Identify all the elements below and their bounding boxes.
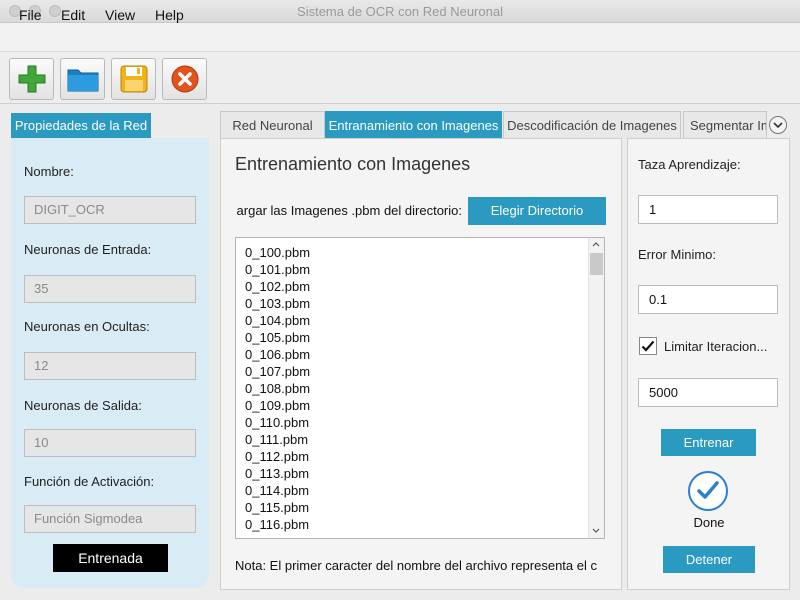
file-list[interactable]: 0_100.pbm 0_101.pbm 0_102.pbm 0_103.pbm … [235,237,605,539]
list-item[interactable]: 0_106.pbm [245,347,310,362]
min-error-label: Error Minimo: [638,247,717,262]
file-list-scrollbar[interactable] [588,238,604,538]
tab-descodificacion[interactable]: Descodificación de Imagenes [503,111,681,138]
checkmark-icon [641,340,655,352]
list-item[interactable]: 0_110.pbm [245,415,309,430]
add-icon [18,65,45,93]
list-item[interactable]: 0_113.pbm [245,466,309,481]
stop-button[interactable]: Detener [663,546,755,573]
network-properties-tab[interactable]: Propiedades de la Red [11,113,151,138]
name-label: Nombre: [24,164,74,179]
train-button[interactable]: Entrenar [661,429,756,456]
done-check-icon [688,471,728,511]
list-item[interactable]: 0_103.pbm [245,296,310,311]
choose-directory-button[interactable]: Elegir Directorio [468,197,606,225]
directory-label-text: argar las Imagenes .pbm del directorio: [236,203,462,218]
menu-view[interactable]: View [105,7,135,23]
hidden-neurons-field[interactable]: 12 [24,352,196,380]
output-neurons-field[interactable]: 10 [24,429,196,457]
output-neurons-label: Neuronas de Salida: [24,398,142,413]
limit-iterations-label: Limitar Iteracion... [664,339,768,354]
iterations-field[interactable]: 5000 [638,378,778,407]
list-item[interactable]: 0_108.pbm [245,381,310,396]
activation-function-field[interactable]: Función Sigmodea [24,505,196,533]
list-item[interactable]: 0_109.pbm [245,398,310,413]
list-item[interactable]: 0_105.pbm [245,330,310,345]
input-neurons-label: Neuronas de Entrada: [24,242,152,257]
list-item[interactable]: 0_107.pbm [245,364,310,379]
input-neurons-field[interactable]: 35 [24,275,196,303]
learning-rate-field[interactable]: 1 [638,195,778,224]
save-icon [120,65,147,93]
menu-bar [0,23,800,52]
list-item[interactable]: 0_101.pbm [245,262,310,277]
list-item[interactable]: 0_115.pbm [245,500,309,515]
folder-icon [67,69,98,92]
list-item[interactable]: 0_112.pbm [245,449,309,464]
new-button[interactable] [9,58,54,100]
scroll-up-icon[interactable] [592,241,600,247]
tabs-overflow-button[interactable] [769,116,787,134]
limit-iterations-checkbox[interactable] [639,337,657,355]
tab-red-neuronal[interactable]: Red Neuronal [220,111,325,138]
name-field[interactable]: DIGIT_OCR [24,196,196,224]
trained-status-badge: Entrenada [53,544,168,572]
activation-function-label: Función de Activación: [24,474,155,489]
open-button[interactable] [60,58,105,100]
tab-entrenamiento[interactable]: Entranamiento con Imagenes [325,111,502,138]
exit-button[interactable] [162,58,207,100]
list-item[interactable]: 0_104.pbm [245,313,310,328]
training-title: Entrenamiento con Imagenes [235,154,471,174]
save-button[interactable] [111,58,156,100]
checkmark-circle-icon [697,481,719,499]
menu-help[interactable]: Help [155,7,184,23]
learning-rate-label: Taza Aprendizaje: [638,157,741,172]
hidden-neurons-label: Neuronas en Ocultas: [24,319,150,334]
scrollbar-thumb[interactable] [590,253,603,275]
chevron-down-icon [773,121,783,128]
directory-label: argar las Imagenes .pbm del directorio: [222,203,462,218]
tab-segmentar[interactable]: Segmentar Im [683,111,767,138]
list-item[interactable]: 0_111.pbm [245,432,308,447]
done-label: Done [693,515,725,530]
list-item[interactable]: 0_100.pbm [245,245,310,260]
scroll-down-icon[interactable] [592,528,600,534]
close-icon [171,65,198,93]
menu-edit[interactable]: Edit [61,7,85,23]
min-error-field[interactable]: 0.1 [638,285,778,314]
filename-note: Nota: El primer caracter del nombre del … [235,558,597,573]
list-item[interactable]: 0_114.pbm [245,483,309,498]
menu-file[interactable]: File [19,7,42,23]
list-item[interactable]: 0_116.pbm [245,517,309,532]
list-item[interactable]: 0_102.pbm [245,279,310,294]
